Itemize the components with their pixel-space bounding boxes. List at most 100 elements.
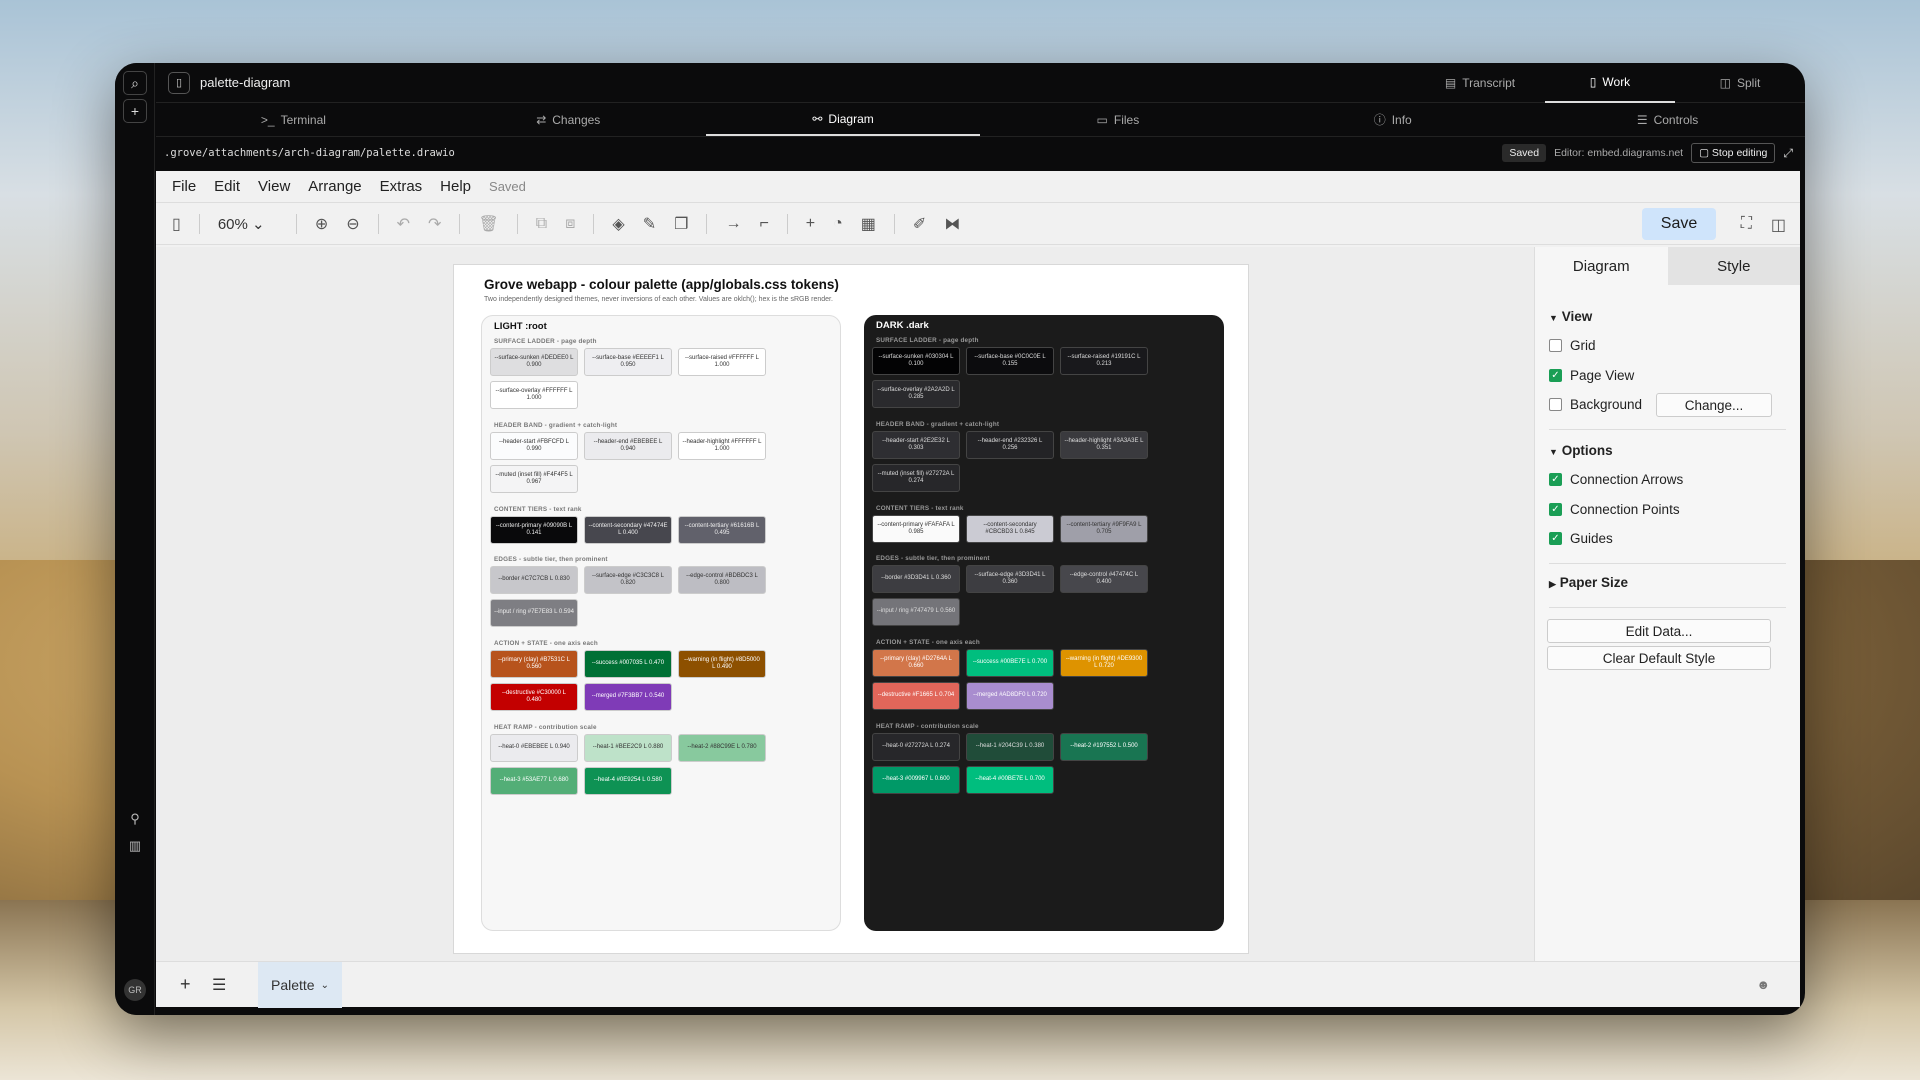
- color-swatch[interactable]: --destructive #C30000 L 0.480: [490, 683, 578, 711]
- color-swatch[interactable]: --warning (in flight) #8D5000 L 0.490: [678, 650, 766, 678]
- color-swatch[interactable]: --heat-2 #197552 L 0.500: [1060, 733, 1148, 761]
- fullscreen-icon[interactable]: ⛶: [1741, 215, 1752, 233]
- light-theme-panel[interactable]: LIGHT :root SURFACE LADDER - page depth -…: [481, 315, 841, 931]
- grid-option[interactable]: Grid: [1549, 338, 1596, 353]
- connection-arrows-option[interactable]: ✓ Connection Arrows: [1549, 472, 1683, 487]
- color-swatch[interactable]: --header-end #232326 L 0.256: [966, 431, 1054, 459]
- stop-editing-button[interactable]: ▢ Stop editing: [1691, 143, 1776, 163]
- tab-style[interactable]: Style: [1667, 247, 1800, 285]
- view-tab-work[interactable]: ▯ Work: [1545, 63, 1675, 103]
- add-page-icon[interactable]: +: [180, 974, 191, 995]
- connection-points-checkbox[interactable]: ✓: [1549, 503, 1562, 516]
- zoom-select[interactable]: 60% ⌄: [218, 215, 278, 233]
- diagram-subtitle[interactable]: Two independently designed themes, never…: [484, 296, 833, 303]
- color-swatch[interactable]: --heat-3 #009967 L 0.600: [872, 766, 960, 794]
- color-swatch[interactable]: --heat-1 #204C39 L 0.380: [966, 733, 1054, 761]
- tab-diagram[interactable]: ⚯ Diagram: [705, 103, 981, 136]
- guides-option[interactable]: ✓ Guides: [1549, 531, 1613, 546]
- tab-info[interactable]: ⓘ Info: [1255, 103, 1530, 136]
- octocat-icon[interactable]: ☻: [1756, 977, 1770, 992]
- diagram-page[interactable]: Grove webapp - colour palette (app/globa…: [453, 264, 1249, 954]
- edit-data-button[interactable]: Edit Data...: [1547, 619, 1771, 643]
- color-swatch[interactable]: --surface-raised #19191C L 0.213: [1060, 347, 1148, 375]
- to-back-icon[interactable]: ⧈: [565, 215, 575, 233]
- color-swatch[interactable]: --muted (inset fill) #F4F4F5 L 0.967: [490, 465, 578, 493]
- background-checkbox[interactable]: [1549, 398, 1562, 411]
- color-swatch[interactable]: --content-secondary #CBCBD3 L 0.845: [966, 515, 1054, 543]
- menu-view[interactable]: View: [258, 178, 290, 195]
- view-section-heading[interactable]: ▼ View: [1549, 309, 1592, 324]
- color-swatch[interactable]: --success #00BE7E L 0.700: [966, 649, 1054, 677]
- color-swatch[interactable]: --surface-edge #3D3D41 L 0.360: [966, 565, 1054, 593]
- expand-icon[interactable]: ⤢: [1783, 146, 1793, 161]
- shadow-icon[interactable]: ❐: [674, 214, 688, 234]
- color-swatch[interactable]: --primary (clay) #D2764A L 0.660: [872, 649, 960, 677]
- tab-terminal[interactable]: >_ Terminal: [156, 103, 431, 136]
- color-swatch[interactable]: --heat-3 #53AE77 L 0.680: [490, 767, 578, 795]
- background-option[interactable]: Background: [1549, 397, 1642, 412]
- color-swatch[interactable]: --surface-base #0C0C0E L 0.155: [966, 347, 1054, 375]
- connection-arrows-checkbox[interactable]: ✓: [1549, 473, 1562, 486]
- color-swatch[interactable]: --heat-2 #88C99E L 0.780: [678, 734, 766, 762]
- line-color-icon[interactable]: ✎: [643, 214, 656, 234]
- waypoints-icon[interactable]: ⌐: [759, 215, 768, 233]
- format-panel-toggle-icon[interactable]: ▯: [172, 214, 181, 234]
- color-swatch[interactable]: --success #007035 L 0.470: [584, 650, 672, 678]
- delete-icon[interactable]: 🗑: [478, 214, 498, 234]
- table-icon[interactable]: ▦: [861, 214, 876, 234]
- format-toggle-icon[interactable]: ◫: [1771, 215, 1786, 235]
- page-view-option[interactable]: ✓ Page View: [1549, 368, 1634, 383]
- color-swatch[interactable]: --surface-overlay #2A2A2D L 0.285: [872, 380, 960, 408]
- color-swatch[interactable]: --primary (clay) #B7531C L 0.560: [490, 650, 578, 678]
- options-section-heading[interactable]: ▼ Options: [1549, 443, 1613, 458]
- view-tab-split[interactable]: ◫ Split: [1675, 63, 1805, 103]
- color-swatch[interactable]: --warning (in flight) #DE9300 L 0.720: [1060, 649, 1148, 677]
- color-swatch[interactable]: --content-secondary #47474E L 0.400: [584, 516, 672, 544]
- tab-changes[interactable]: ⇄ Changes: [431, 103, 706, 136]
- grid-checkbox[interactable]: [1549, 339, 1562, 352]
- to-front-icon[interactable]: ⧉: [536, 215, 547, 233]
- color-swatch[interactable]: --surface-raised #FFFFFF L 1.000: [678, 348, 766, 376]
- paper-size-section-heading[interactable]: ▶ Paper Size: [1549, 575, 1628, 590]
- color-swatch[interactable]: --content-primary #09090B L 0.141: [490, 516, 578, 544]
- color-swatch[interactable]: --header-end #EBEBEE L 0.940: [584, 432, 672, 460]
- save-button[interactable]: Save: [1642, 208, 1716, 240]
- search-icon[interactable]: ⌕: [123, 71, 147, 95]
- dark-theme-panel[interactable]: DARK .dark SURFACE LADDER - page depth --…: [864, 315, 1224, 931]
- color-swatch[interactable]: --surface-sunken #DEDEE0 L 0.900: [490, 348, 578, 376]
- clear-default-style-button[interactable]: Clear Default Style: [1547, 646, 1771, 670]
- color-swatch[interactable]: --border #3D3D41 L 0.360: [872, 565, 960, 593]
- color-swatch[interactable]: --input / ring #747479 L 0.560: [872, 598, 960, 626]
- shapes-icon[interactable]: ◔: [833, 215, 843, 233]
- color-swatch[interactable]: --merged #7F3BB7 L 0.540: [584, 683, 672, 711]
- pages-menu-icon[interactable]: ☰: [212, 975, 226, 995]
- color-swatch[interactable]: --merged #AD8DF0 L 0.720: [966, 682, 1054, 710]
- color-swatch[interactable]: --border #C7C7CB L 0.830: [490, 566, 578, 594]
- add-icon[interactable]: +: [123, 99, 147, 123]
- color-swatch[interactable]: --header-start #2E2E32 L 0.303: [872, 431, 960, 459]
- color-swatch[interactable]: --header-highlight #FFFFFF L 1.000: [678, 432, 766, 460]
- tab-controls[interactable]: ☰ Controls: [1530, 103, 1805, 136]
- page-view-checkbox[interactable]: ✓: [1549, 369, 1562, 382]
- freehand-icon[interactable]: ✐: [913, 214, 926, 234]
- color-swatch[interactable]: --surface-base #EEEEF1 L 0.950: [584, 348, 672, 376]
- color-swatch[interactable]: --heat-4 #0E9254 L 0.580: [584, 767, 672, 795]
- color-swatch[interactable]: --content-primary #FAFAFA L 0.985: [872, 515, 960, 543]
- color-swatch[interactable]: --content-tertiary #9F9FA9 L 0.705: [1060, 515, 1148, 543]
- menu-extras[interactable]: Extras: [380, 178, 423, 195]
- diagram-canvas[interactable]: Grove webapp - colour palette (app/globa…: [156, 247, 1534, 961]
- color-swatch[interactable]: --edge-control #BDBDC3 L 0.800: [678, 566, 766, 594]
- fill-color-icon[interactable]: ◈: [612, 214, 624, 234]
- color-swatch[interactable]: --content-tertiary #61616B L 0.495: [678, 516, 766, 544]
- connection-points-option[interactable]: ✓ Connection Points: [1549, 502, 1680, 517]
- menu-arrange[interactable]: Arrange: [308, 178, 361, 195]
- diagram-title[interactable]: Grove webapp - colour palette (app/globa…: [484, 277, 839, 292]
- zoom-in-icon[interactable]: ⊕: [315, 214, 328, 234]
- color-swatch[interactable]: --input / ring #7E7E83 L 0.594: [490, 599, 578, 627]
- color-swatch[interactable]: --heat-0 #EBEBEE L 0.940: [490, 734, 578, 762]
- color-swatch[interactable]: --header-highlight #3A3A3E L 0.351: [1060, 431, 1148, 459]
- color-swatch[interactable]: --heat-1 #BEE2C9 L 0.880: [584, 734, 672, 762]
- zoom-out-icon[interactable]: ⊖: [346, 214, 359, 234]
- guides-checkbox[interactable]: ✓: [1549, 532, 1562, 545]
- connection-icon[interactable]: →: [725, 215, 741, 233]
